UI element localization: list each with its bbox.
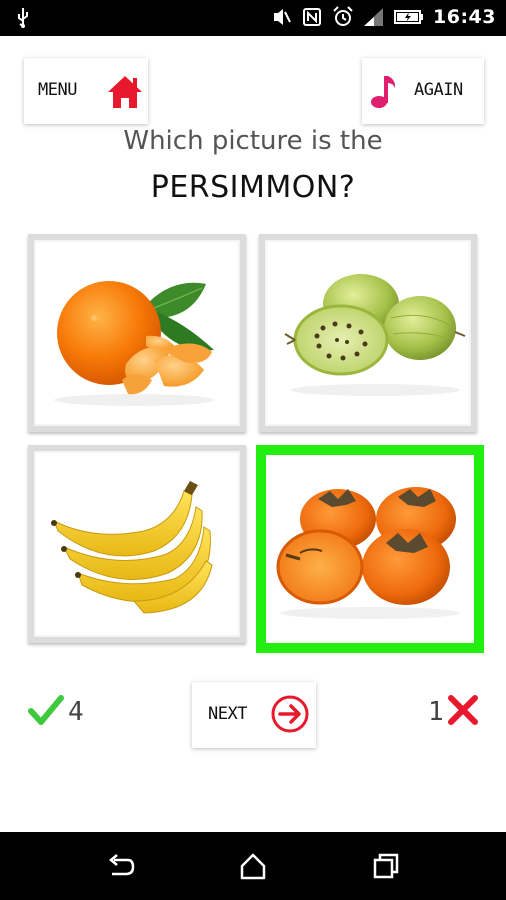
music-note-icon [370, 74, 398, 110]
menu-button[interactable]: MENU [24, 58, 148, 124]
next-button[interactable]: NEXT [192, 682, 316, 748]
menu-label: MENU [38, 80, 77, 100]
battery-charging-icon [394, 6, 424, 28]
cross-icon [446, 694, 480, 730]
choice-card-persimmon[interactable] [256, 445, 484, 653]
choice-card-banana[interactable] [28, 445, 246, 643]
banana-picture [51, 481, 213, 614]
wrong-score: 1 [428, 694, 480, 730]
wrong-count: 1 [428, 697, 444, 727]
usb-icon [14, 7, 32, 34]
mandarin-picture [54, 281, 214, 406]
again-label: AGAIN [414, 80, 463, 100]
question-text: Which picture is the [123, 126, 383, 156]
status-bar: 16:43 [0, 0, 506, 36]
signal-icon [363, 6, 385, 28]
home-nav-icon[interactable] [237, 850, 269, 882]
arrow-right-circle-icon [270, 694, 310, 734]
gooseberry-picture [284, 274, 466, 396]
nfc-icon [301, 6, 323, 28]
again-button[interactable]: AGAIN [362, 58, 484, 124]
question-target-word: PERSIMMON? [150, 170, 356, 205]
correct-count: 4 [68, 697, 84, 727]
choice-card-gooseberry[interactable] [259, 234, 477, 432]
persimmon-picture [276, 487, 460, 619]
correct-score: 4 [28, 694, 84, 730]
home-icon [106, 74, 144, 110]
clock-time: 16:43 [433, 6, 496, 28]
next-label: NEXT [208, 704, 247, 724]
navigation-bar [0, 832, 506, 900]
back-icon[interactable] [104, 850, 136, 882]
choice-card-mandarin[interactable] [28, 234, 246, 432]
recents-icon[interactable] [370, 850, 402, 882]
checkmark-icon [28, 694, 64, 730]
alarm-icon [332, 6, 354, 28]
mute-icon [270, 6, 292, 28]
